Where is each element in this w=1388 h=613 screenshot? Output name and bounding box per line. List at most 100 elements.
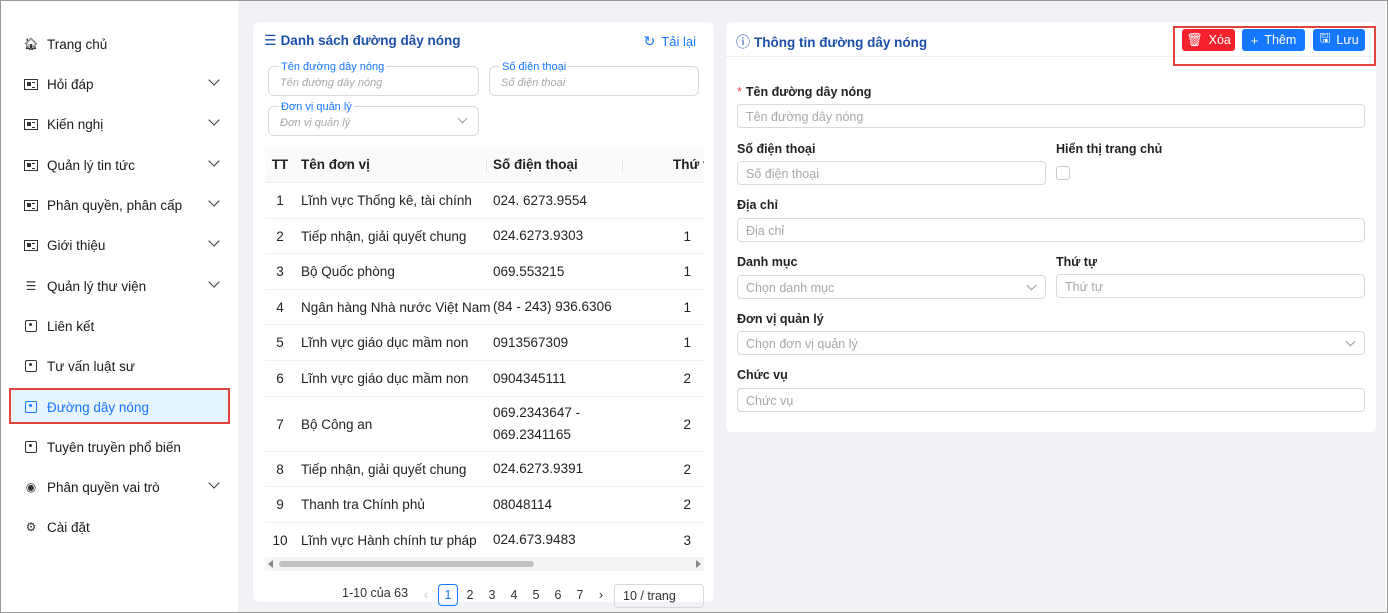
sidebar-item-cai-dat[interactable]: ⚙ Cài đặt [24,515,224,539]
unit-field-label: Đơn vị quản lý [737,312,824,326]
add-button[interactable]: + Thêm [1242,29,1305,51]
page-button-1[interactable]: 1 [438,584,458,606]
sidebar-item-phan-quyen-phan-cap[interactable]: Phân quyền, phân cấp [24,193,224,217]
position-field-label: Chức vụ [737,368,788,382]
chevron-down-icon [208,235,220,247]
table-row[interactable]: 7 Bộ Công an 069.2343647 - 069.2341165 2 [265,397,704,452]
sidebar-item-lien-ket[interactable]: Liên kết [24,314,224,338]
sidebar-item-label: Phân quyền, phân cấp [47,197,183,213]
unit-select[interactable]: Chọn đơn vị quản lý [737,331,1365,355]
sidebar-item-label: Giới thiệu [47,237,106,253]
table-row[interactable]: 10 Lĩnh vực Hành chính tư pháp 024.673.9… [265,523,704,556]
name-field-label: * Tên đường dây nóng [737,85,872,99]
address-field[interactable]: Địa chỉ [737,218,1365,242]
category-field-label: Danh mục [737,255,798,269]
sidebar-item-label: Liên kết [47,318,95,334]
sidebar-item-gioi-thieu[interactable]: Giới thiệu [24,233,224,257]
next-page-icon[interactable]: › [591,584,611,606]
scroll-left-arrow-icon[interactable] [268,560,273,568]
news-icon [24,78,38,90]
filter-phone-input[interactable]: Số điện thoại Số điện thoại [489,61,699,96]
table-row[interactable]: 9 Thanh tra Chính phủ 08048114 2 [265,487,704,523]
scrollbar-thumb[interactable] [279,561,534,567]
news-icon [24,199,38,211]
order-field[interactable]: Thứ tự [1056,274,1365,298]
sidebar-item-quan-ly-thu-vien[interactable]: ☰ Quản lý thư viện [24,274,224,298]
page-button-6[interactable]: 6 [548,584,568,606]
phone-field[interactable]: Số điện thoại [737,161,1046,185]
order-field-label: Thứ tự [1056,255,1098,269]
info-icon: ⓘ [736,34,750,50]
filter-unit-select[interactable]: Đơn vị quản lý Đơn vị quản lý [268,101,479,136]
save-button[interactable]: 🖫︎ Lưu [1313,29,1365,51]
sidebar-item-label: Quản lý thư viện [47,278,147,294]
sidebar-item-label: Tuyên truyền phổ biến [47,439,181,455]
sidebar-item-label: Quản lý tin tức [47,157,135,173]
table-header-row: TT Tên đơn vị Số điện thoại Thứ t [265,147,704,183]
page-button-2[interactable]: 2 [460,584,480,606]
position-field[interactable]: Chức vụ [737,388,1365,412]
page-size-select[interactable]: 10 / trang [614,584,704,608]
chevron-down-icon [1345,336,1356,347]
show-home-label: Hiển thị trang chủ [1056,142,1163,156]
table-row[interactable]: 3 Bộ Quốc phòng 069.553215 1 [265,254,704,290]
hotline-name-field[interactable]: Tên đường dây nóng [737,104,1365,128]
sidebar-item-hoi-dap[interactable]: Hỏi đáp [24,72,224,96]
chevron-down-icon [208,114,220,126]
page-button-7[interactable]: 7 [570,584,590,606]
detail-panel-title: ⓘ Thông tin đường dây nóng [736,34,928,50]
table-row[interactable]: 5 Lĩnh vực giáo dục mầm non 0913567309 1 [265,325,704,361]
phone-field-label: Số điện thoại [737,142,816,156]
sidebar-item-label: Đường dây nóng [47,399,149,415]
chevron-down-icon [208,155,220,167]
address-field-label: Địa chỉ [737,198,778,212]
show-home-checkbox[interactable] [1056,166,1070,180]
list-panel-title: ☰ Danh sách đường dây nóng [264,32,461,48]
chevron-down-icon [457,113,468,124]
category-select[interactable]: Chọn danh mục [737,275,1046,299]
chevron-down-icon [208,477,220,489]
list-icon: ☰ [264,32,277,48]
news-icon [24,118,38,130]
news-icon [24,239,38,251]
home-icon: 🏠︎ [23,37,39,51]
delete-button[interactable]: 🗑︎ Xóa [1182,29,1235,51]
chevron-down-icon [208,195,220,207]
sidebar-item-trang-chu[interactable]: 🏠︎ Trang chủ [23,32,224,56]
sidebar-item-tu-van-luat-su[interactable]: Tư vấn luật sư [24,354,224,378]
sidebar-item-label: Hỏi đáp [47,76,94,92]
sidebar-item-quan-ly-tin-tuc[interactable]: Quản lý tin tức [24,153,224,177]
table-row[interactable]: 4 Ngân hàng Nhà nước Việt Nam (84 - 243)… [265,290,704,325]
sidebar-item-label: Cài đặt [47,519,90,535]
prev-page-icon[interactable]: ‹ [416,584,436,606]
page-button-4[interactable]: 4 [504,584,524,606]
sidebar-item-label: Trang chủ [47,36,108,52]
table-row[interactable]: 6 Lĩnh vực giáo dục mầm non 0904345111 2 [265,361,704,397]
filter-name-input[interactable]: Tên đường dây nóng Tên đường dây nóng [268,61,479,96]
sidebar-item-duong-day-nong[interactable]: Đường dây nóng [24,395,224,419]
menu-lines-icon: ☰ [25,279,37,293]
table-horizontal-scrollbar[interactable] [265,557,704,571]
sidebar-item-phan-quyen-vai-tro[interactable]: ◉ Phân quyền vai trò [24,475,224,499]
table-row[interactable]: 8 Tiếp nhận, giải quyết chung 024.6273.9… [265,452,704,487]
sidebar-item-label: Tư vấn luật sư [47,358,135,374]
pagination-summary: 1-10 của 63 [342,586,409,600]
scroll-right-arrow-icon[interactable] [696,560,701,568]
reload-button[interactable]: ↻ Tải lại [644,33,696,50]
chevron-down-icon [208,276,220,288]
table-row[interactable]: 1 Lĩnh vực Thống kê, tài chính 024. 6273… [265,183,704,219]
contact-card-icon [25,401,37,413]
required-marker: * [737,85,742,99]
gears-icon: ⚙ [25,520,37,534]
page-button-3[interactable]: 3 [482,584,502,606]
save-icon: 🖫︎ [1319,30,1331,45]
page-button-5[interactable]: 5 [526,584,546,606]
chevron-down-icon [1026,280,1037,291]
trash-icon: 🗑︎ [1186,32,1203,47]
sidebar-item-tuyen-truyen-pho-bien[interactable]: Tuyên truyền phổ biến [24,435,224,459]
plus-icon: + [1250,32,1259,48]
table-row[interactable]: 2 Tiếp nhận, giải quyết chung 024.6273.9… [265,219,704,254]
user-circle-icon: ◉ [25,480,37,494]
sidebar-item-kien-nghi[interactable]: Kiến nghị [24,112,224,136]
contact-card-icon [25,360,37,372]
